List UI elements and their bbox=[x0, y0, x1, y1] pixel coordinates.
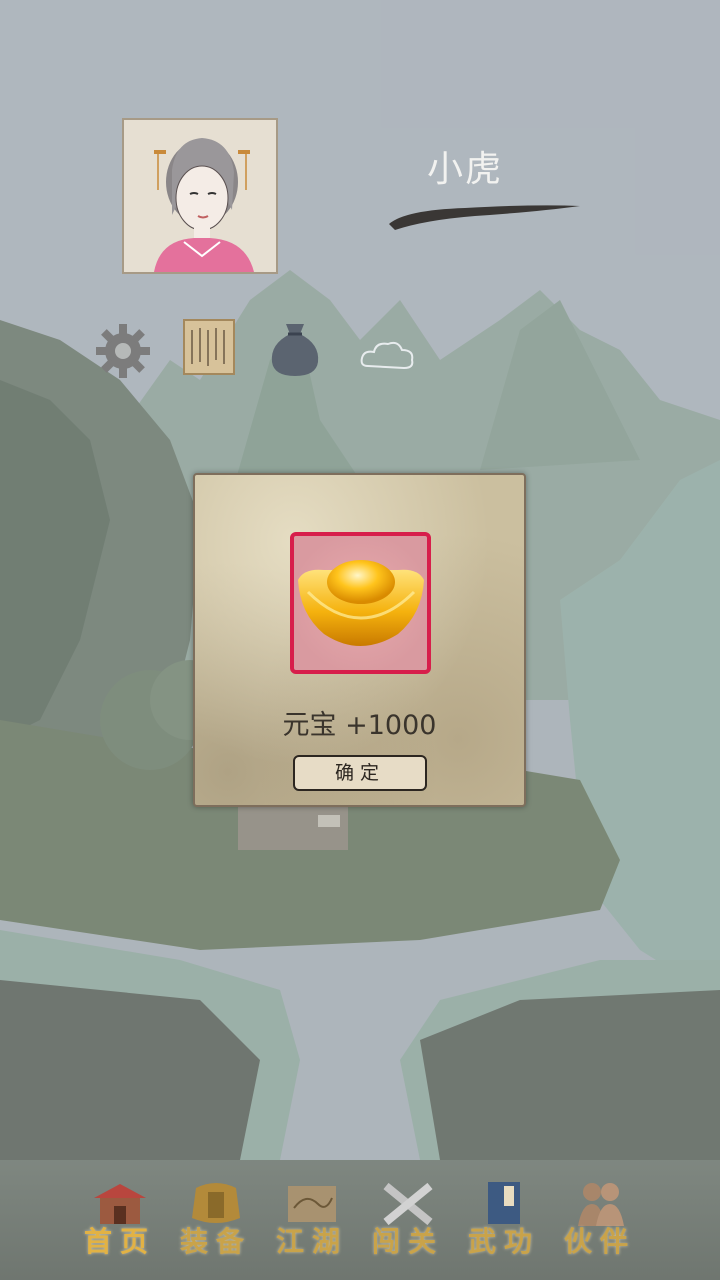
nav-challenge[interactable]: 闯关 bbox=[360, 1178, 456, 1260]
nav-martial-arts[interactable]: 武功 bbox=[456, 1178, 552, 1260]
nav-companions[interactable]: 伙伴 bbox=[552, 1178, 648, 1260]
nav-label-martial-arts: 武功 bbox=[467, 1225, 540, 1258]
gold-ingot-icon bbox=[298, 560, 424, 646]
nav-label-equipment: 装备 bbox=[179, 1225, 252, 1258]
nav-label-home: 首页 bbox=[83, 1225, 156, 1258]
bottom-nav: 首页 装备 江湖 闯关 武功 伙伴 bbox=[0, 1160, 720, 1280]
nav-jianghu[interactable]: 江湖 bbox=[264, 1178, 360, 1260]
portrait-image bbox=[124, 120, 276, 272]
reward-text: 元宝 +1000 bbox=[282, 710, 437, 741]
gear-icon[interactable] bbox=[92, 320, 154, 382]
scroll-icon[interactable] bbox=[178, 316, 240, 378]
player-avatar[interactable] bbox=[122, 118, 278, 274]
confirm-button[interactable]: 确定 bbox=[293, 755, 427, 791]
nav-label-challenge: 闯关 bbox=[371, 1225, 444, 1258]
nav-home[interactable]: 首页 bbox=[72, 1178, 168, 1260]
cloud-icon[interactable] bbox=[358, 336, 420, 398]
reward-dialog: 元宝 +1000 确定 bbox=[193, 473, 526, 807]
ink-brush-stroke bbox=[389, 205, 580, 230]
nav-label-companions: 伙伴 bbox=[563, 1225, 636, 1258]
player-name: 小虎 bbox=[426, 149, 503, 190]
nav-equipment[interactable]: 装备 bbox=[168, 1178, 264, 1260]
nav-label-jianghu: 江湖 bbox=[275, 1225, 348, 1258]
reward-item-frame bbox=[290, 532, 431, 674]
money-bag-icon[interactable] bbox=[264, 318, 326, 380]
